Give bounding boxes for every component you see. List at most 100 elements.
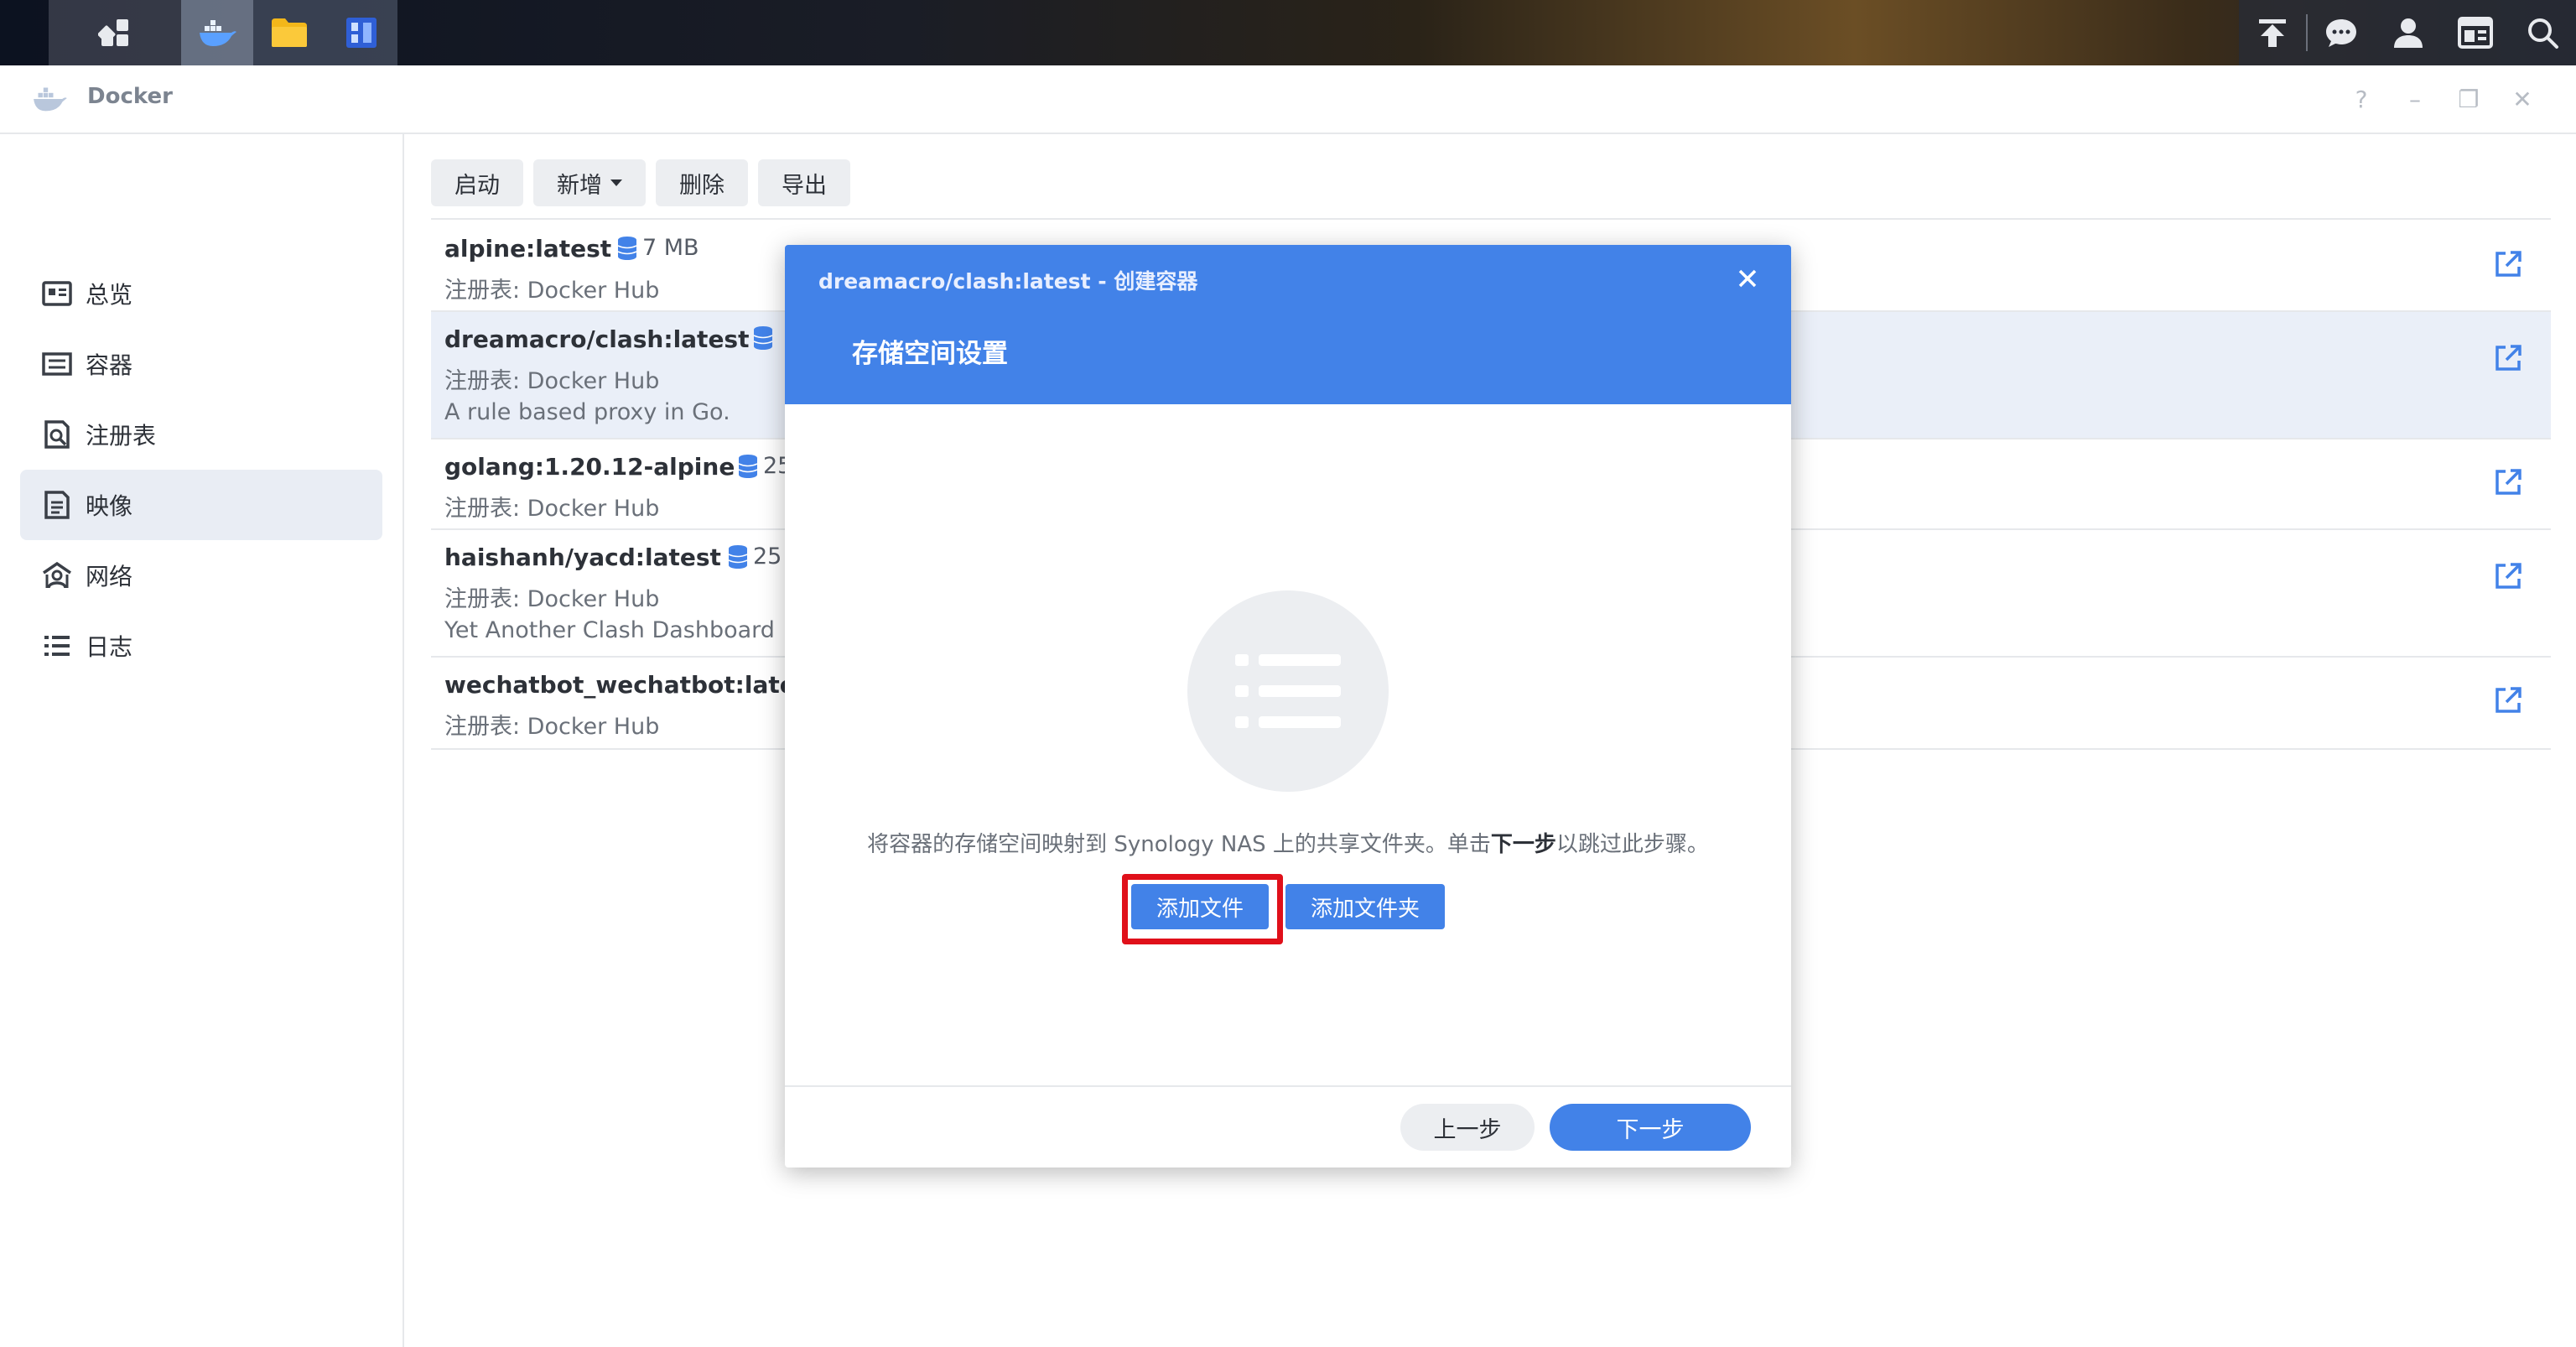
search-button[interactable] <box>2509 0 2576 65</box>
network-icon <box>40 559 74 592</box>
image-toolbar: 启动 新增 删除 导出 <box>431 159 850 206</box>
sidebar-item-image[interactable]: 映像 <box>20 470 382 540</box>
container-icon <box>40 347 74 381</box>
chat-button[interactable] <box>2308 0 2375 65</box>
dialog-step-title: 存储空间设置 <box>852 339 1008 369</box>
widget-button[interactable] <box>2442 0 2509 65</box>
window-titlebar[interactable]: Docker ? – ❐ ✕ <box>0 65 2576 134</box>
image-registry: 注册表: Docker Hub <box>444 714 660 740</box>
delete-button-label: 删除 <box>679 172 724 199</box>
dialog-action-buttons: 添加文件 添加文件夹 <box>785 884 1791 929</box>
minimize-button[interactable]: – <box>2398 82 2432 116</box>
help-button[interactable]: ? <box>2345 82 2378 116</box>
sidebar-item-label: 总览 <box>86 281 133 309</box>
sidebar-item-network[interactable]: 网络 <box>20 540 382 611</box>
registry-icon <box>40 418 74 451</box>
widget-icon <box>2458 17 2493 49</box>
grid-icon <box>98 19 128 46</box>
start-button-label: 启动 <box>454 172 500 199</box>
export-button[interactable]: 导出 <box>758 159 850 206</box>
image-name: wechatbot_wechatbot:lates <box>444 671 810 699</box>
window-controls: ? – ❐ ✕ <box>2345 82 2539 116</box>
open-external-icon[interactable] <box>2494 562 2522 590</box>
add-button[interactable]: 新增 <box>533 159 646 206</box>
image-description: Yet Another Clash Dashboard <box>444 617 775 643</box>
taskbar-left <box>49 0 397 65</box>
taskbar-docker-button[interactable] <box>181 0 253 65</box>
taskbar-app-button[interactable] <box>325 0 397 65</box>
sidebar-item-log[interactable]: 日志 <box>20 611 382 681</box>
open-external-icon[interactable] <box>2494 468 2522 497</box>
image-name: haishanh/yacd:latest <box>444 543 721 571</box>
overview-icon <box>40 277 74 310</box>
window-title: Docker <box>87 84 173 109</box>
close-window-button[interactable]: ✕ <box>2506 82 2539 116</box>
chat-icon <box>2326 19 2356 47</box>
highlight-box <box>1122 874 1283 944</box>
open-external-icon[interactable] <box>2494 686 2522 715</box>
image-name: golang:1.20.12-alpine <box>444 453 735 481</box>
image-size: 25 <box>728 543 782 569</box>
desc-text-before: 将容器的存储空间映射到 Synology NAS 上的共享文件夹。单击 <box>867 832 1491 857</box>
sidebar-item-label: 注册表 <box>86 422 157 450</box>
user-icon <box>2394 18 2423 48</box>
image-registry: 注册表: Docker Hub <box>444 278 660 304</box>
sidebar: 总览 容器 注册表 映像 网络 日志 <box>0 134 404 1347</box>
image-size-value: 25 <box>753 543 782 569</box>
folder-icon <box>272 18 307 47</box>
sidebar-item-label: 映像 <box>86 492 133 520</box>
sidebar-item-label: 容器 <box>86 351 133 379</box>
database-icon <box>753 326 773 350</box>
chevron-down-icon <box>610 179 622 186</box>
docker-logo-icon <box>34 87 67 112</box>
empty-list-illustration <box>1187 590 1389 792</box>
image-size <box>753 325 778 351</box>
taskbar-right <box>2239 0 2576 65</box>
main-menu-button[interactable] <box>49 0 181 65</box>
desc-text-after: 以跳过此步骤。 <box>1555 832 1709 857</box>
image-size: 7 MB <box>617 235 699 261</box>
list-icon <box>1235 654 1341 728</box>
taskbar-app-group <box>181 0 397 65</box>
database-icon <box>617 236 637 260</box>
docker-icon <box>200 20 236 46</box>
export-button-label: 导出 <box>782 172 827 199</box>
dialog-close-button[interactable] <box>1731 262 1764 295</box>
image-registry: 注册表: Docker Hub <box>444 586 660 612</box>
delete-button[interactable]: 删除 <box>656 159 748 206</box>
upload-button[interactable] <box>2239 0 2306 65</box>
image-icon <box>40 488 74 522</box>
add-button-label: 新增 <box>557 172 602 199</box>
user-button[interactable] <box>2375 0 2442 65</box>
image-size-value: 7 MB <box>642 235 699 261</box>
open-external-icon[interactable] <box>2494 344 2522 372</box>
search-icon <box>2528 18 2558 49</box>
close-icon <box>1738 269 1757 288</box>
upload-icon <box>2259 19 2286 47</box>
dialog-header: dreamacro/clash:latest - 创建容器 存储空间设置 <box>785 245 1791 404</box>
app-icon <box>346 18 377 48</box>
dialog-footer: 上一步 下一步 <box>785 1085 1791 1168</box>
restore-button[interactable]: ❐ <box>2452 82 2485 116</box>
open-external-icon[interactable] <box>2494 250 2522 278</box>
database-icon <box>728 544 748 569</box>
dialog-description: 将容器的存储空间映射到 Synology NAS 上的共享文件夹。单击下一步以跳… <box>785 827 1791 858</box>
previous-step-button[interactable]: 上一步 <box>1400 1104 1535 1151</box>
database-icon <box>738 454 758 478</box>
image-name: alpine:latest <box>444 235 612 263</box>
taskbar <box>0 0 2576 65</box>
add-folder-button[interactable]: 添加文件夹 <box>1285 884 1446 929</box>
sidebar-item-container[interactable]: 容器 <box>20 329 382 399</box>
log-icon <box>40 629 74 663</box>
taskbar-filestation-button[interactable] <box>253 0 325 65</box>
image-size: 25 <box>738 453 792 479</box>
start-button[interactable]: 启动 <box>431 159 523 206</box>
sidebar-item-overview[interactable]: 总览 <box>20 258 382 329</box>
sidebar-item-label: 日志 <box>86 633 133 661</box>
create-container-dialog: dreamacro/clash:latest - 创建容器 存储空间设置 将容器… <box>785 245 1791 1168</box>
sidebar-item-registry[interactable]: 注册表 <box>20 399 382 470</box>
image-name: dreamacro/clash:latest <box>444 325 750 353</box>
image-description: A rule based proxy in Go. <box>444 399 730 425</box>
dialog-title: dreamacro/clash:latest - 创建容器 <box>818 269 1198 294</box>
next-step-button[interactable]: 下一步 <box>1550 1104 1751 1151</box>
